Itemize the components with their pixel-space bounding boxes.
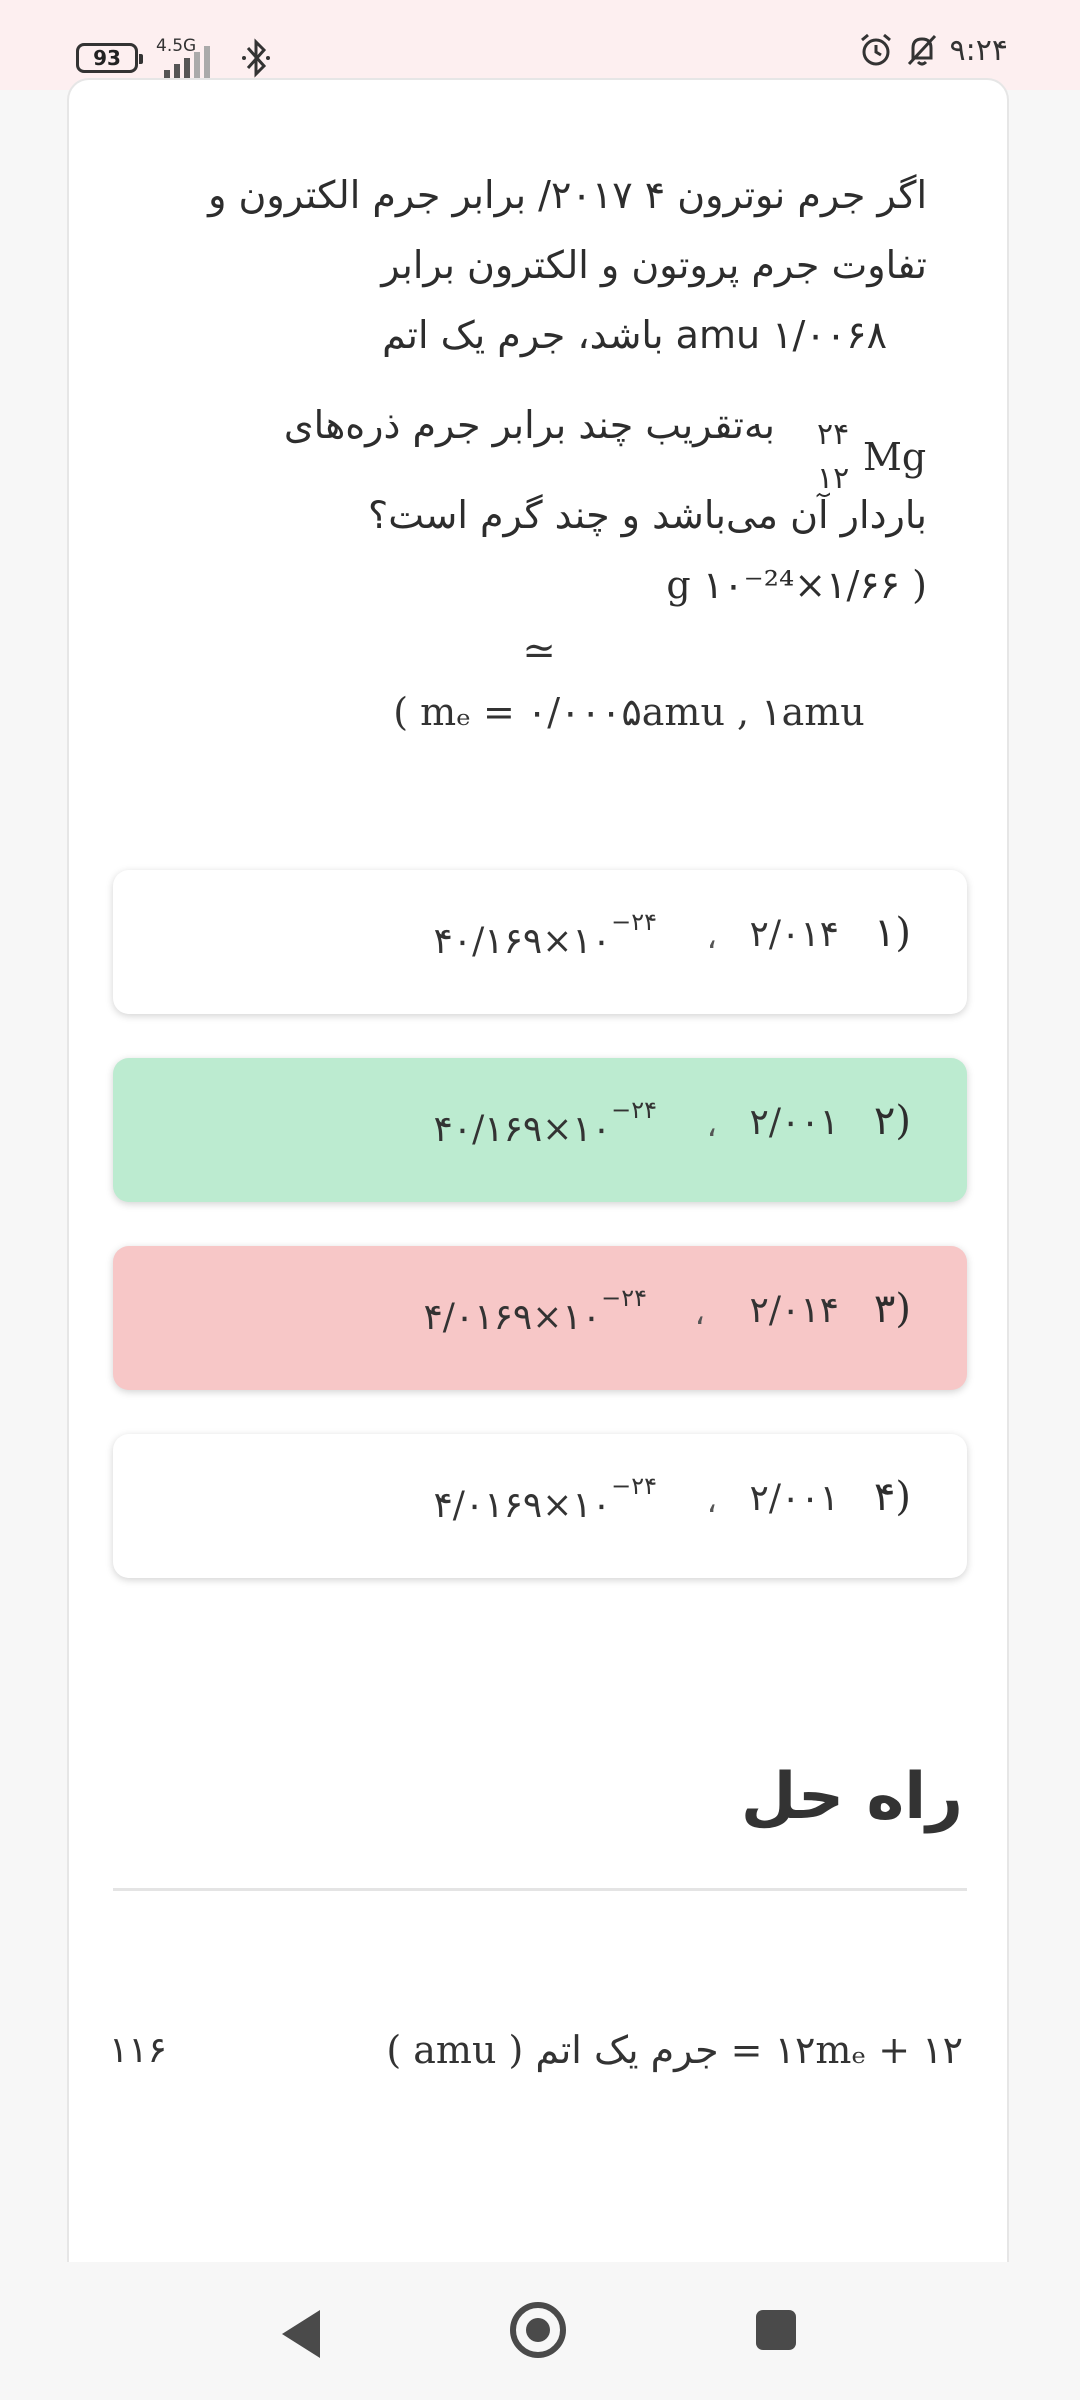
equation-number: ۱۱۶ — [109, 2030, 168, 2071]
home-icon[interactable] — [510, 2302, 566, 2358]
solution-equation: ۱۲ + ۱۲mₑ = جرم یک اتم ( amu ) — [386, 2028, 963, 2072]
option-1[interactable]: ۱) ۲/۰۱۴ ، ۴۰/۱۶۹×۱۰−۲۴ — [113, 870, 967, 1014]
option-value-1: ۲/۰۱۴ — [749, 1290, 839, 1331]
question-line-4-text: به‌تقریب چند برابر جرم ذره‌های — [283, 403, 775, 447]
option-exponent: −۲۴ — [611, 1096, 657, 1124]
option-separator: ، — [706, 918, 717, 956]
alarm-icon — [860, 33, 891, 66]
option-number: ۱) — [873, 910, 911, 956]
option-value-1: ۲/۰۰۱ — [749, 1102, 839, 1143]
status-bar: 93 4.5G ۹:۲۴ — [0, 0, 1080, 90]
divider — [113, 1888, 967, 1891]
question-line-2: تفاوت جرم پروتون و الکترون برابر — [381, 243, 927, 287]
isotope-atomic-number: ۱۲ — [817, 460, 850, 496]
question-line-5: باردار آن می‌باشد و چند گرم است؟ — [368, 493, 927, 537]
option-value-2: ۴۰/۱۶۹×۱۰−۲۴ — [433, 1096, 657, 1150]
option-mantissa: ۴/۰۱۶۹×۱۰ — [423, 1297, 602, 1338]
option-value-1: ۲/۰۰۱ — [749, 1478, 839, 1519]
option-value-2: ۴۰/۱۶۹×۱۰−۲۴ — [433, 908, 657, 962]
option-2[interactable]: ۲) ۲/۰۰۱ ، ۴۰/۱۶۹×۱۰−۲۴ — [113, 1058, 967, 1202]
status-left: 93 4.5G — [76, 36, 274, 78]
battery-indicator: 93 — [76, 43, 143, 73]
question-card: اگر جرم نوترون ۴ ۲۰۱۷/ برابر جرم الکترون… — [67, 78, 1009, 2268]
question-text: اگر جرم نوترون ۴ ۲۰۱۷/ برابر جرم الکترون… — [147, 160, 927, 620]
constants-line: ( mₑ = ۰/۰۰۰۵amu , ۱amu — [393, 690, 865, 734]
question-line-6: ( ۱/۶۶×۱۰⁻²⁴ g — [666, 563, 927, 607]
option-value-1: ۲/۰۱۴ — [749, 914, 839, 955]
bluetooth-icon — [242, 38, 270, 78]
option-4[interactable]: ۴) ۲/۰۰۱ ، ۴/۰۱۶۹×۱۰−۲۴ — [113, 1434, 967, 1578]
isotope-symbol: Mg — [863, 434, 927, 479]
option-number: ۴) — [873, 1474, 911, 1520]
notifications-off-icon — [907, 34, 936, 66]
recent-apps-icon[interactable] — [756, 2310, 796, 2350]
option-separator: ، — [706, 1106, 717, 1144]
option-mantissa: ۴۰/۱۶۹×۱۰ — [433, 1109, 612, 1150]
option-number: ۲) — [873, 1098, 911, 1144]
option-mantissa: ۴/۰۱۶۹×۱۰ — [433, 1485, 612, 1526]
option-number: ۳) — [873, 1286, 911, 1332]
option-separator: ، — [694, 1294, 705, 1332]
option-3[interactable]: ۳) ۲/۰۱۴ ، ۴/۰۱۶۹×۱۰−۲۴ — [113, 1246, 967, 1390]
option-exponent: −۲۴ — [601, 1284, 647, 1312]
approx-symbol: ≃ — [522, 628, 556, 674]
option-mantissa: ۴۰/۱۶۹×۱۰ — [433, 921, 612, 962]
option-exponent: −۲۴ — [611, 1472, 657, 1500]
back-icon[interactable] — [282, 2310, 320, 2358]
option-separator: ، — [706, 1482, 717, 1520]
signal-icon — [164, 46, 210, 78]
solution-title: راه حل — [740, 1760, 963, 1834]
option-exponent: −۲۴ — [611, 908, 657, 936]
isotope-notation: ۲۴ ۱۲ Mg — [807, 388, 927, 496]
network-indicator: 4.5G — [156, 36, 226, 78]
question-line-4: ۲۴ ۱۲ Mg به‌تقریب چند برابر جرم ذره‌های — [147, 370, 927, 496]
question-line-1: اگر جرم نوترون ۴ ۲۰۱۷/ برابر جرم الکترون… — [208, 173, 927, 217]
status-right: ۹:۲۴ — [858, 32, 1008, 68]
option-value-2: ۴/۰۱۶۹×۱۰−۲۴ — [433, 1472, 657, 1526]
navigation-bar — [0, 2262, 1080, 2400]
option-value-2: ۴/۰۱۶۹×۱۰−۲۴ — [423, 1284, 647, 1338]
question-line-3: ۱/۰۰۶۸ amu باشد، جرم یک اتم — [382, 313, 887, 357]
clock: ۹:۲۴ — [949, 32, 1008, 68]
